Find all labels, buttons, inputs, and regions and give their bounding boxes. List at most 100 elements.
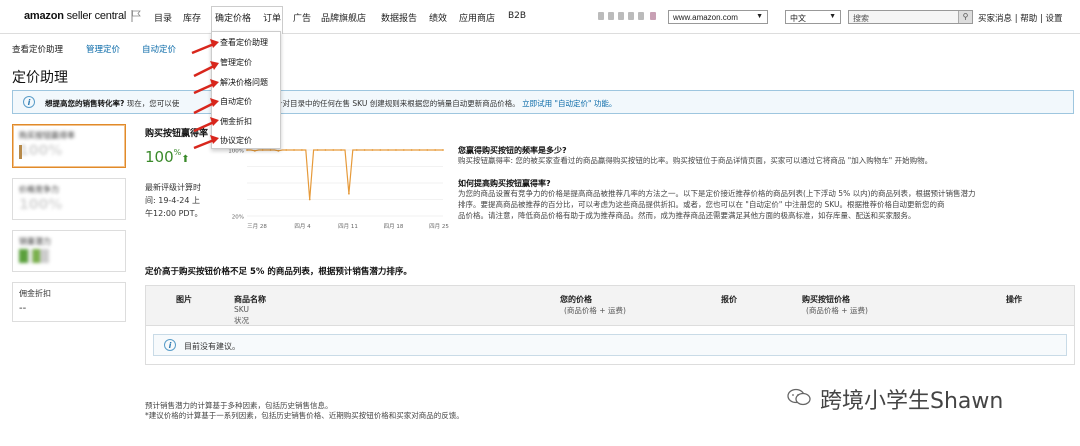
flag-icon[interactable] <box>131 10 141 22</box>
language-select[interactable]: 中文 ▼ <box>785 10 841 24</box>
series-point <box>285 149 288 151</box>
icon-e[interactable] <box>638 12 644 20</box>
top-links[interactable]: 买家消息 | 帮助 | 设置 <box>978 12 1063 24</box>
menu-item-automate-pricing[interactable]: 自动定价 <box>220 96 252 107</box>
language-value: 中文 <box>790 14 806 23</box>
th-buybox-price: 购买按钮价格 <box>802 295 850 304</box>
series-point <box>418 149 421 151</box>
subtab-manage-pricing[interactable]: 管理定价 <box>86 43 120 55</box>
empty-state-row: i 目前没有建议。 <box>153 334 1067 356</box>
card-value: 100% <box>19 197 63 213</box>
card-value: -- <box>19 303 27 314</box>
banner-question: 想提高您的销售转化率? <box>45 99 125 108</box>
table-caption: 定价高于购买按钮价格不足 5% 的商品列表，根据预计销售潜力排序。 <box>145 267 412 277</box>
search-input[interactable]: 搜索 ⚲ <box>848 10 973 24</box>
icon-c[interactable] <box>618 12 624 20</box>
menu-item-negotiated-pricing[interactable]: 协议定价 <box>220 135 252 146</box>
icon-d[interactable] <box>628 12 634 20</box>
menu-item-fix-price[interactable]: 解决价格问题 <box>220 77 268 88</box>
series-point <box>324 149 327 151</box>
marketplace-select[interactable]: www.amazon.com ▼ <box>668 10 768 24</box>
menu-item-view-pricing[interactable]: 查看定价助理 <box>220 37 268 48</box>
x-tick-label: 四月 11 <box>338 223 358 230</box>
nav-performance[interactable]: 绩效 <box>429 11 447 24</box>
recommendations-table: 图片 商品名称 SKU 状况 您的价格 (商品价格 + 运费) 报价 购买按钮价… <box>145 285 1075 365</box>
card-sales-potential[interactable]: 销量潜力 <box>12 230 126 272</box>
series-point <box>355 149 358 151</box>
seller-central-page: { "header": { "logo_bold": "amazon", "lo… <box>0 0 1080 446</box>
watermark-text: 跨境小学生Shawn <box>820 389 1004 414</box>
wechat-logo-icon <box>787 388 811 406</box>
card-title: 销量潜力 <box>19 237 51 246</box>
nav-inventory[interactable]: 库存 <box>183 11 201 24</box>
nav-stores[interactable]: 品牌旗舰店 <box>321 11 366 24</box>
series-line <box>247 149 443 200</box>
nav-appstore[interactable]: 应用商店 <box>459 11 495 24</box>
x-tick-label: 四月 4 <box>294 223 311 230</box>
series-point <box>387 149 390 151</box>
y-tick-label: 100% <box>228 149 244 155</box>
info-icon: i <box>23 96 35 108</box>
info-icon: i <box>164 339 176 351</box>
series-point <box>442 149 444 151</box>
x-tick-label: 四月 18 <box>384 223 404 230</box>
toolbar-icons <box>598 12 662 22</box>
help-paragraph-2b: 排序。要提高商品被推荐的百分比，可以考虑为这些商品提供折扣。或者，您也可以在 "… <box>458 200 945 209</box>
nav-pricing[interactable]: 确定价格 <box>215 11 251 24</box>
icon-b[interactable] <box>608 12 614 20</box>
icon-a[interactable] <box>598 12 604 20</box>
series-point <box>332 149 335 151</box>
series-point <box>426 149 429 151</box>
amazon-seller-central-logo[interactable]: amazon seller central <box>24 10 126 22</box>
help-question-1: 您赢得购买按钮的频率是多少? <box>458 146 567 155</box>
series-point <box>308 198 311 201</box>
series-point <box>434 149 437 151</box>
metric-number: 100 <box>145 148 174 166</box>
series-point <box>340 149 342 151</box>
marketplace-value: www.amazon.com <box>673 13 738 22</box>
note-line-2: 间: 19-4-24 上 <box>145 196 201 205</box>
search-icon[interactable]: ⚲ <box>958 11 972 23</box>
menu-item-manage-pricing[interactable]: 管理定价 <box>220 57 252 68</box>
card-buybox-win-rate[interactable]: 购买按钮赢得率 100% <box>12 124 126 168</box>
card-title: 购买按钮赢得率 <box>19 131 75 140</box>
card-commission-discount[interactable]: 佣金折扣 -- <box>12 282 126 322</box>
up-arrow-icon: ⬆ <box>181 154 190 165</box>
series-point <box>261 149 264 151</box>
flag-us-icon[interactable] <box>650 12 656 20</box>
series-point <box>371 149 374 151</box>
nav-b2b[interactable]: B2B <box>508 11 526 21</box>
red-annotation-arrows <box>191 39 219 150</box>
table-header: 图片 商品名称 SKU 状况 您的价格 (商品价格 + 运费) 报价 购买按钮价… <box>146 286 1074 326</box>
footnote-2: *建议价格的计算基于一系列因素，包括历史销售价格、近期购买按钮价格和买家对商品的… <box>145 411 464 420</box>
subtab-view-pricing[interactable]: 查看定价助理 <box>12 43 63 55</box>
th-offer: 报价 <box>721 295 737 304</box>
nav-reports[interactable]: 数据报告 <box>381 11 417 24</box>
y-tick-label: 20% <box>232 215 244 221</box>
chevron-down-icon: ▼ <box>756 13 763 20</box>
series-point <box>253 149 256 152</box>
series-point <box>410 149 413 151</box>
th-your-price-sub: (商品价格 + 运费) <box>564 306 626 315</box>
note-line-3: 午12:00 PDT。 <box>145 209 203 218</box>
help-question-2: 如何提高购买按钮赢得率? <box>458 179 551 188</box>
chevron-down-icon: ▼ <box>829 13 836 20</box>
th-buybox-price-sub: (商品价格 + 运费) <box>806 306 868 315</box>
subtab-automate-pricing[interactable]: 自动定价 <box>142 43 176 55</box>
card-price-competitiveness[interactable]: 价格竞争力 100% <box>12 178 126 220</box>
nav-advertising[interactable]: 广告 <box>293 11 311 24</box>
menu-item-fee-discounts[interactable]: 佣金折扣 <box>220 116 252 127</box>
series-point <box>269 149 272 151</box>
th-actions: 操作 <box>1006 295 1022 304</box>
card-accent <box>19 145 22 159</box>
nav-orders[interactable]: 订单 <box>263 11 281 24</box>
page-title: 定价助理 <box>12 70 68 86</box>
top-nav-bar: amazon seller central 目录 库存 确定价格 订单 广告 品… <box>0 0 1080 34</box>
th-sku: SKU <box>234 305 249 314</box>
banner-text: 想提高您的销售转化率? 现在，您可以使 "自动定价" 功能，针对目录中的任何在售 … <box>45 98 616 109</box>
banner-link[interactable]: 立即试用 "自动定价" 功能。 <box>522 99 616 108</box>
metric-value: 100%⬆ <box>145 148 190 166</box>
nav-catalog[interactable]: 目录 <box>154 11 172 24</box>
logo-rest: seller central <box>63 10 127 22</box>
info-banner: i 想提高您的销售转化率? 现在，您可以使 "自动定价" 功能，针对目录中的任何在… <box>12 90 1074 114</box>
